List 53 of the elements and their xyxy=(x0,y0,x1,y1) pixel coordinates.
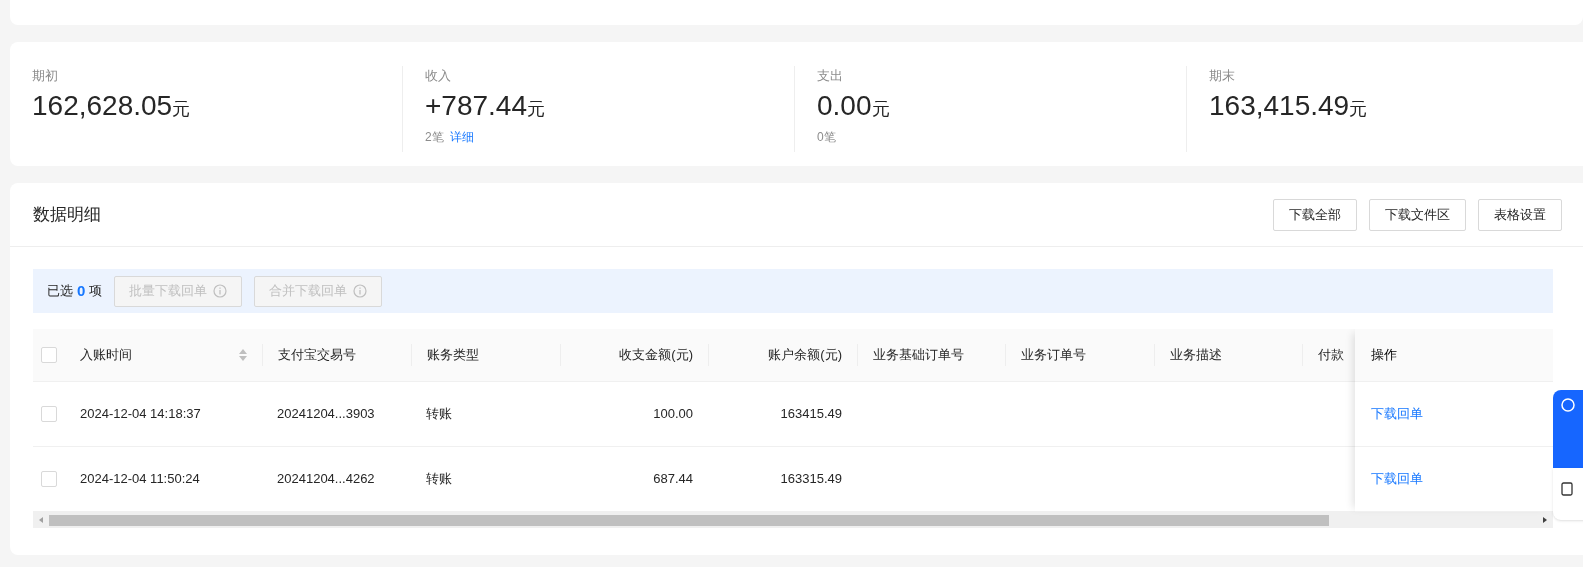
column-header: 账务类型 xyxy=(427,346,479,365)
stat-value: 162,628.05 xyxy=(32,89,173,123)
currency-unit: 元 xyxy=(871,98,890,121)
service-widget[interactable] xyxy=(1553,468,1583,520)
currency-unit: 元 xyxy=(1349,98,1368,121)
help-icon xyxy=(1561,398,1575,412)
currency-unit: 元 xyxy=(527,99,545,121)
horizontal-scrollbar[interactable] xyxy=(33,512,1553,528)
column-header: 账户余额(元) xyxy=(768,346,842,365)
column-header: 支付宝交易号 xyxy=(278,346,356,365)
stat-value: +787.44 xyxy=(425,89,527,123)
column-header: 业务订单号 xyxy=(1021,346,1086,365)
table-cell-text: 转账 xyxy=(426,470,452,489)
download-receipt-link[interactable]: 下载回单 xyxy=(1371,469,1423,489)
column-header: 业务描述 xyxy=(1170,346,1222,365)
table-cell-text: 2024-12-04 14:18:37 xyxy=(80,405,201,424)
stat-value: 0.00 xyxy=(817,89,872,123)
info-icon xyxy=(213,284,228,298)
column-header: 收支金额(元) xyxy=(619,346,693,365)
column-header: 操作 xyxy=(1371,346,1397,365)
info-icon xyxy=(353,284,368,298)
table-cell-text: 687.44 xyxy=(653,470,693,489)
column-header: 付款 xyxy=(1318,346,1344,365)
stat-label: 期初 xyxy=(32,67,59,85)
currency-unit: 元 xyxy=(172,98,191,121)
count-text: 2笔 xyxy=(425,129,444,146)
detail-link[interactable]: 详细 xyxy=(449,128,474,146)
checkbox[interactable] xyxy=(41,406,57,422)
document-icon xyxy=(1561,482,1573,496)
table-cell-text: 20241204...3903 xyxy=(277,405,375,424)
toolbar-button[interactable]: 下载全部 xyxy=(1273,198,1357,231)
table-cell-text: 2024-12-04 11:50:24 xyxy=(80,470,200,489)
toolbar-button[interactable]: 下载文件区 xyxy=(1369,198,1466,231)
help-widget[interactable] xyxy=(1553,390,1583,468)
table-cell-text: 163415.49 xyxy=(780,405,842,424)
toolbar-button[interactable]: 表格设置 xyxy=(1478,198,1562,231)
section-title: 数据明细 xyxy=(33,203,102,226)
stat-label: 支出 xyxy=(817,67,844,85)
stat-label: 收入 xyxy=(425,67,452,85)
table-cell-text: 转账 xyxy=(426,405,452,424)
sort-icon[interactable] xyxy=(239,349,247,361)
selection-count: 已选 0 项 xyxy=(47,280,103,301)
checkbox[interactable] xyxy=(41,471,57,487)
download-receipt-link[interactable]: 下载回单 xyxy=(1371,404,1423,424)
column-header: 业务基础订单号 xyxy=(873,346,964,365)
table-cell-text: 163315.49 xyxy=(780,470,842,489)
count-text: 0笔 xyxy=(817,129,836,146)
stat-label: 期末 xyxy=(1209,67,1236,85)
checkbox[interactable] xyxy=(41,347,57,363)
table-cell-text: 100.00 xyxy=(653,405,693,424)
column-header: 入账时间 xyxy=(80,346,132,365)
stat-value: 163,415.49 xyxy=(1209,89,1350,123)
table-cell-text: 20241204...4262 xyxy=(277,470,375,489)
